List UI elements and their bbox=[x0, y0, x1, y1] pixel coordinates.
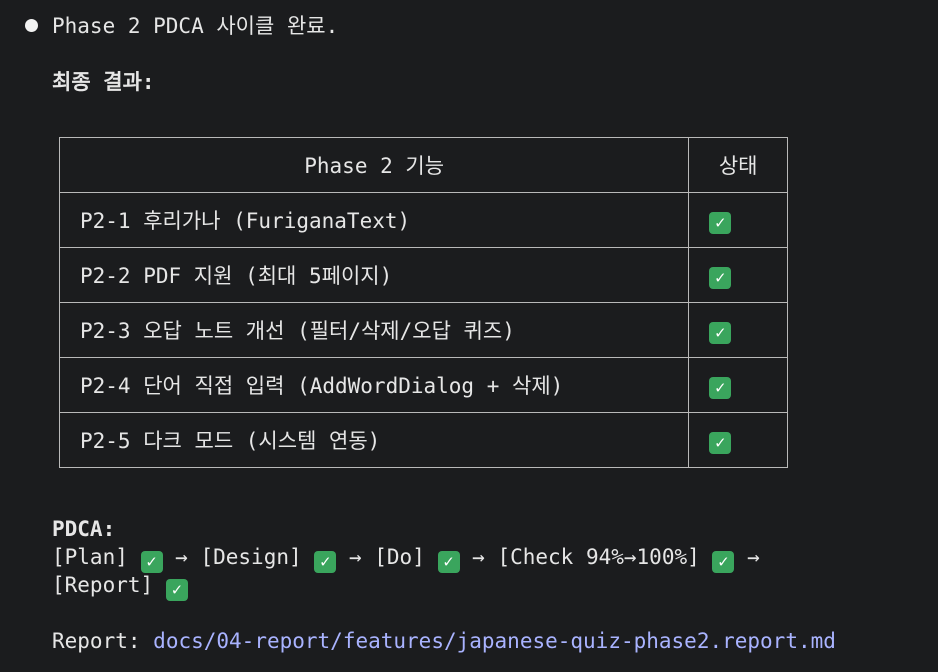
check-icon: ✓ bbox=[709, 432, 732, 454]
status-cell: ✓ bbox=[688, 247, 788, 303]
arrow-icon: → bbox=[175, 545, 188, 569]
feature-cell: P2-3 오답 노트 개선 (필터/삭제/오답 퀴즈) bbox=[58, 302, 690, 358]
pdca-step-do: [Do] bbox=[374, 545, 425, 569]
arrow-icon: → bbox=[472, 545, 485, 569]
table-row: P2-5 다크 모드 (시스템 연동) ✓ bbox=[58, 412, 788, 468]
feature-cell: P2-4 단어 직접 입력 (AddWordDialog + 삭제) bbox=[58, 357, 690, 413]
status-cell: ✓ bbox=[688, 357, 788, 413]
pdca-step-design: [Design] bbox=[200, 545, 302, 569]
status-cell: ✓ bbox=[688, 192, 788, 248]
status-bullet-icon bbox=[25, 19, 38, 32]
pdca-label: PDCA: bbox=[52, 517, 116, 541]
report-path-link[interactable]: docs/04-report/features/japanese-quiz-ph… bbox=[153, 629, 836, 653]
arrow-icon: → bbox=[747, 545, 760, 569]
status-cell: ✓ bbox=[688, 302, 788, 358]
report-label: Report: bbox=[52, 629, 141, 653]
result-table: Phase 2 기능 상태 P2-1 후리가나 (FuriganaText) ✓… bbox=[58, 137, 788, 468]
feature-cell: P2-2 PDF 지원 (최대 5페이지) bbox=[58, 247, 690, 303]
pdca-steps-line-2: [Report] ✓ bbox=[52, 571, 188, 601]
pdca-step-plan: [Plan] bbox=[52, 545, 128, 569]
pdca-step-check: [Check 94%→100%] bbox=[497, 545, 700, 569]
table-row: P2-3 오답 노트 개선 (필터/삭제/오답 퀴즈) ✓ bbox=[58, 302, 788, 358]
table-row: P2-4 단어 직접 입력 (AddWordDialog + 삭제) ✓ bbox=[58, 357, 788, 413]
check-icon: ✓ bbox=[709, 212, 732, 234]
check-icon: ✓ bbox=[165, 579, 188, 601]
message-title: Phase 2 PDCA 사이클 완료. bbox=[52, 14, 339, 38]
pdca-steps-line-1: [Plan] ✓ → [Design] ✓ → [Do] ✓ → [Check … bbox=[52, 543, 760, 573]
table-row: P2-2 PDF 지원 (최대 5페이지) ✓ bbox=[58, 247, 788, 303]
check-icon: ✓ bbox=[709, 267, 732, 289]
table-header-row: Phase 2 기능 상태 bbox=[58, 137, 788, 193]
result-heading: 최종 결과: bbox=[52, 70, 155, 94]
report-line: Report: docs/04-report/features/japanese… bbox=[52, 627, 836, 655]
arrow-icon: → bbox=[348, 545, 362, 569]
check-icon: ✓ bbox=[709, 377, 732, 399]
column-header-feature: Phase 2 기능 bbox=[58, 137, 690, 193]
status-cell: ✓ bbox=[688, 412, 788, 468]
table-row: P2-1 후리가나 (FuriganaText) ✓ bbox=[58, 192, 788, 248]
feature-cell: P2-1 후리가나 (FuriganaText) bbox=[58, 192, 690, 248]
check-icon: ✓ bbox=[314, 551, 337, 573]
check-icon: ✓ bbox=[709, 322, 732, 344]
check-icon: ✓ bbox=[437, 551, 460, 573]
check-icon: ✓ bbox=[140, 551, 163, 573]
column-header-status: 상태 bbox=[688, 137, 788, 193]
pdca-step-report: [Report] bbox=[52, 573, 154, 597]
feature-cell: P2-5 다크 모드 (시스템 연동) bbox=[58, 412, 690, 468]
check-icon: ✓ bbox=[712, 551, 735, 573]
